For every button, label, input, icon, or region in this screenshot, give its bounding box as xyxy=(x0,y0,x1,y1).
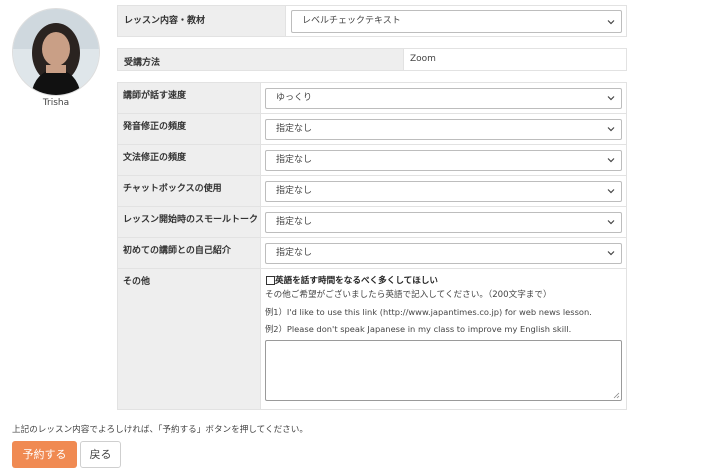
confirm-note: 上記のレッスン内容でよろしければ、「予約する」ボタンを押してください。 xyxy=(12,425,308,435)
chevron-down-icon xyxy=(607,189,615,194)
row-divider xyxy=(117,144,627,145)
grammar-label: 文法修正の頻度 xyxy=(123,150,187,163)
chatbox-select[interactable]: 指定なし xyxy=(265,181,622,202)
method-cell: Zoom xyxy=(403,48,627,71)
speed-value: ゆっくり xyxy=(276,93,313,103)
chatbox-value: 指定なし xyxy=(276,186,313,196)
chevron-down-icon xyxy=(607,220,615,225)
back-button[interactable]: 戻る xyxy=(80,441,121,468)
other-hint: その他ご希望がございましたら英語で記入してください。（200文字まで） xyxy=(265,290,552,300)
example-1: 例1）I'd like to use this link (http://www… xyxy=(265,307,592,317)
tutor-avatar xyxy=(12,8,100,96)
speed-label: 講師が話す速度 xyxy=(123,88,187,101)
self-intro-select[interactable]: 指定なし xyxy=(265,243,622,264)
grammar-value: 指定なし xyxy=(276,155,313,165)
other-label: その他 xyxy=(123,274,151,287)
reserve-button[interactable]: 予約する xyxy=(12,441,77,468)
more-english-label: 英語を話す時間をなるべく多くしてほしい xyxy=(275,276,439,286)
method-label: 受講方法 xyxy=(117,48,404,71)
chatbox-label: チャットボックスの使用 xyxy=(123,181,222,194)
lesson-content-label: レッスン内容・教材 xyxy=(117,5,286,37)
chevron-down-icon xyxy=(607,251,615,256)
lesson-content-value: レベルチェックテキスト xyxy=(302,16,401,26)
grammar-select[interactable]: 指定なし xyxy=(265,150,622,171)
lesson-content-cell: レベルチェックテキスト xyxy=(285,5,627,37)
chevron-down-icon xyxy=(607,158,615,163)
chevron-down-icon xyxy=(607,127,615,132)
more-english-checkbox-row[interactable]: 英語を話す時間をなるべく多くしてほしい xyxy=(265,274,625,286)
pronunciation-value: 指定なし xyxy=(276,124,313,134)
lesson-content-select[interactable]: レベルチェックテキスト xyxy=(291,10,622,33)
self-intro-value: 指定なし xyxy=(276,248,313,258)
row-divider xyxy=(117,237,627,238)
row-divider xyxy=(117,268,627,269)
small-talk-select[interactable]: 指定なし xyxy=(265,212,622,233)
example-2: 例2）Please don't speak Japanese in my cla… xyxy=(265,324,572,334)
other-textarea[interactable] xyxy=(265,340,622,401)
resize-handle-icon[interactable] xyxy=(612,391,620,399)
more-english-checkbox[interactable] xyxy=(266,276,275,285)
small-talk-value: 指定なし xyxy=(276,217,313,227)
small-talk-label: レッスン開始時のスモールトーク xyxy=(123,212,259,225)
tutor-name: Trisha xyxy=(42,98,70,108)
row-divider xyxy=(117,113,627,114)
pronunciation-select[interactable]: 指定なし xyxy=(265,119,622,140)
row-divider xyxy=(117,206,627,207)
chevron-down-icon xyxy=(607,20,615,25)
self-intro-label: 初めての講師との自己紹介 xyxy=(123,243,231,256)
chevron-down-icon xyxy=(607,96,615,101)
speed-select[interactable]: ゆっくり xyxy=(265,88,622,109)
row-divider xyxy=(117,175,627,176)
pronunciation-label: 発音修正の頻度 xyxy=(123,119,187,132)
tutor-photo xyxy=(13,9,99,95)
method-value: Zoom xyxy=(410,54,436,64)
